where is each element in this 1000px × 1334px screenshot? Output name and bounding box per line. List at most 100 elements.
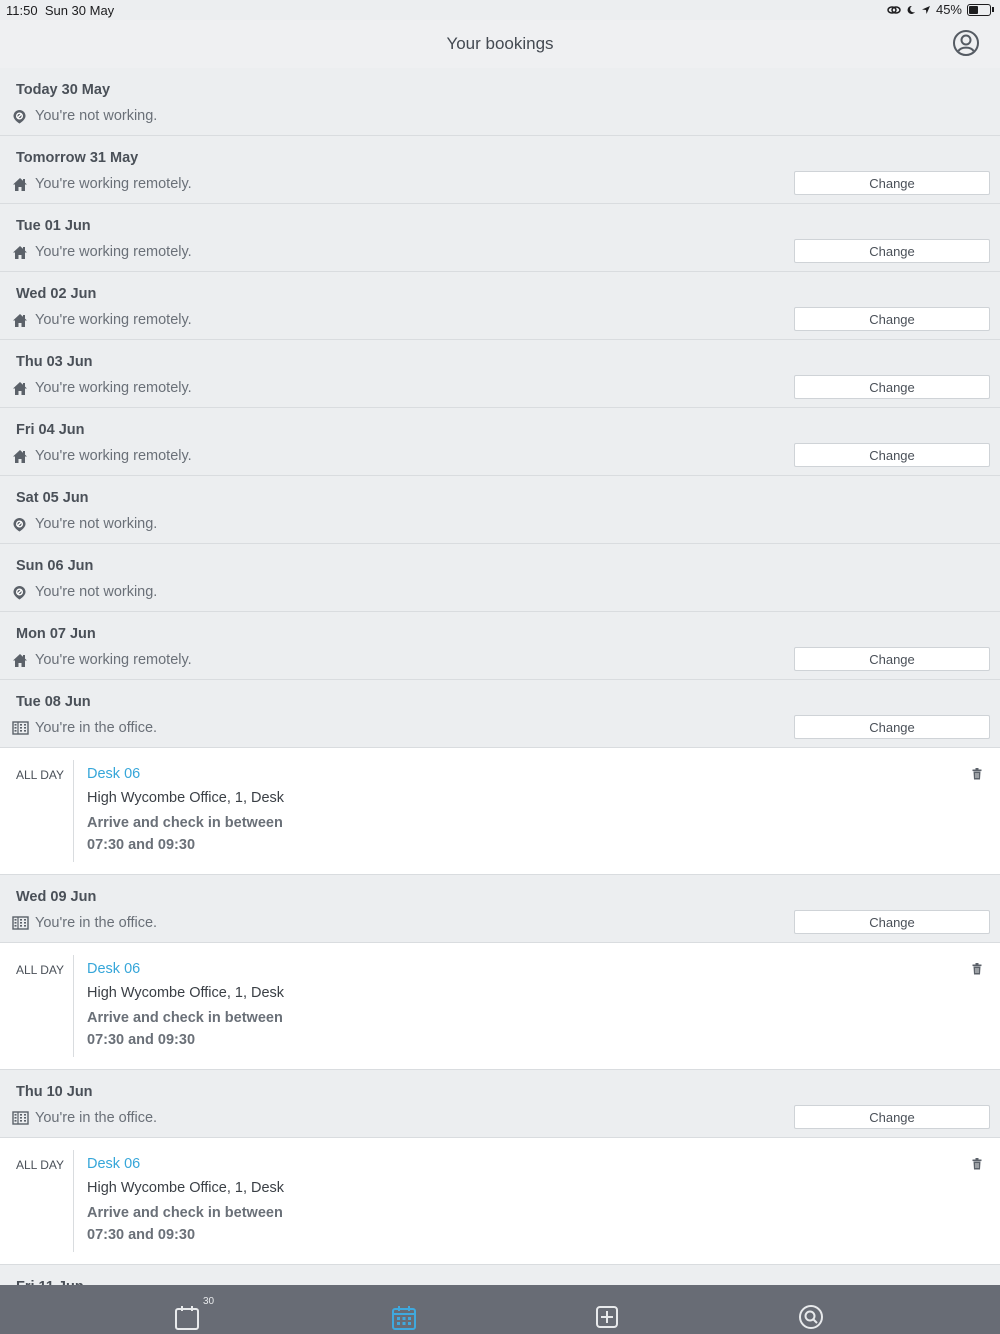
not-working-icon	[12, 584, 30, 600]
day-row: Sat 05 Jun You're not working.	[0, 476, 1000, 544]
day-title: Tue 08 Jun	[16, 694, 91, 710]
change-button[interactable]: Change	[794, 1105, 990, 1129]
day-status-text: You're working remotely.	[35, 652, 192, 668]
day-status: You're working remotely.	[12, 448, 192, 464]
location-arrow-icon	[921, 5, 930, 14]
day-status: You're not working.	[12, 108, 157, 124]
home-icon	[12, 312, 30, 328]
status-bar: 11:50 Sun 30 May 45%	[0, 0, 1000, 20]
change-button[interactable]: Change	[794, 647, 990, 671]
change-button[interactable]: Change	[794, 239, 990, 263]
home-icon	[12, 652, 30, 668]
day-status-text: You're working remotely.	[35, 312, 192, 328]
day-title: Tomorrow 31 May	[16, 150, 139, 166]
day-row: Tue 08 Jun You're in the office. Change	[0, 680, 1000, 748]
profile-icon[interactable]	[952, 29, 980, 57]
status-indicators: 45%	[887, 2, 994, 17]
battery-percent: 45%	[935, 2, 962, 17]
divider	[73, 760, 74, 862]
day-status: You're not working.	[12, 584, 157, 600]
home-icon	[12, 244, 30, 260]
day-status: You're not working.	[12, 516, 157, 532]
day-row: Wed 02 Jun You're working remotely. Chan…	[0, 272, 1000, 340]
day-status: You're in the office.	[12, 720, 157, 736]
booking-card[interactable]: ALL DAY Desk 06 High Wycombe Office, 1, …	[0, 1138, 1000, 1265]
booking-time: ALL DAY	[16, 1158, 65, 1172]
day-status: You're in the office.	[12, 1110, 157, 1126]
desk-link[interactable]: Desk 06	[87, 961, 140, 977]
bookings-calendar-icon[interactable]	[390, 1303, 418, 1331]
desk-link[interactable]: Desk 06	[87, 766, 140, 782]
desk-link[interactable]: Desk 06	[87, 1156, 140, 1172]
day-row: Tomorrow 31 May You're working remotely.…	[0, 136, 1000, 204]
check-in-window: Arrive and check in between 07:30 and 09…	[87, 815, 283, 853]
home-icon	[12, 380, 30, 396]
change-button[interactable]: Change	[794, 443, 990, 467]
change-button[interactable]: Change	[794, 171, 990, 195]
status-time: 11:50 Sun 30 May	[6, 3, 115, 18]
day-status-text: You're in the office.	[35, 720, 158, 736]
day-status-text: You're not working.	[35, 108, 158, 124]
day-status: You're working remotely.	[12, 312, 192, 328]
day-title: Wed 09 Jun	[16, 889, 97, 905]
day-title: Thu 10 Jun	[16, 1084, 93, 1100]
day-row: Sun 06 Jun You're not working.	[0, 544, 1000, 612]
day-title: Sun 06 Jun	[16, 558, 94, 574]
trash-icon[interactable]	[972, 1157, 982, 1170]
day-status: You're working remotely.	[12, 380, 192, 396]
booking-location: High Wycombe Office, 1, Desk	[87, 985, 285, 1001]
office-icon	[12, 1110, 30, 1126]
day-status-text: You're in the office.	[35, 1110, 158, 1126]
home-icon	[12, 176, 30, 192]
divider	[73, 1150, 74, 1252]
change-button[interactable]: Change	[794, 307, 990, 331]
office-icon	[12, 915, 30, 931]
bookings-list: Today 30 May You're not working. Tomorro…	[0, 68, 1000, 1305]
not-working-icon	[12, 108, 30, 124]
search-icon[interactable]	[797, 1303, 825, 1331]
day-title: Mon 07 Jun	[16, 626, 96, 642]
page-title: Your bookings	[446, 34, 554, 53]
booking-card[interactable]: ALL DAY Desk 06 High Wycombe Office, 1, …	[0, 943, 1000, 1070]
day-title: Today 30 May	[16, 82, 111, 98]
calendar-badge: 30	[203, 1296, 215, 1307]
day-status-text: You're working remotely.	[35, 244, 192, 260]
booking-card[interactable]: ALL DAY Desk 06 High Wycombe Office, 1, …	[0, 748, 1000, 875]
day-row: Tue 01 Jun You're working remotely. Chan…	[0, 204, 1000, 272]
battery-icon	[967, 3, 991, 16]
tab-bar: 30	[0, 1285, 1000, 1334]
day-row: Mon 07 Jun You're working remotely. Chan…	[0, 612, 1000, 680]
day-row: Thu 10 Jun You're in the office. Change	[0, 1070, 1000, 1138]
check-in-window: Arrive and check in between 07:30 and 09…	[87, 1010, 283, 1048]
check-in-window: Arrive and check in between 07:30 and 09…	[87, 1205, 283, 1243]
link-icon	[887, 5, 901, 14]
day-row: Fri 04 Jun You're working remotely. Chan…	[0, 408, 1000, 476]
add-icon[interactable]	[593, 1303, 621, 1331]
day-status-text: You're working remotely.	[35, 448, 192, 464]
office-icon	[12, 720, 30, 736]
trash-icon[interactable]	[972, 962, 982, 975]
day-status: You're working remotely.	[12, 652, 192, 668]
day-title: Thu 03 Jun	[16, 354, 93, 370]
booking-location: High Wycombe Office, 1, Desk	[87, 790, 285, 806]
divider	[73, 955, 74, 1057]
booking-time: ALL DAY	[16, 963, 65, 977]
day-row: Thu 03 Jun You're working remotely. Chan…	[0, 340, 1000, 408]
booking-time: ALL DAY	[16, 768, 65, 782]
day-row: Wed 09 Jun You're in the office. Change	[0, 875, 1000, 943]
change-button[interactable]: Change	[794, 715, 990, 739]
day-title: Fri 04 Jun	[16, 422, 85, 438]
trash-icon[interactable]	[972, 767, 982, 780]
day-row: Today 30 May You're not working.	[0, 68, 1000, 136]
day-status-text: You're working remotely.	[35, 380, 192, 396]
calendar-icon[interactable]	[173, 1303, 201, 1331]
moon-icon	[907, 5, 915, 14]
day-status: You're working remotely.	[12, 244, 192, 260]
nav-bar: Your bookings	[0, 20, 1000, 68]
change-button[interactable]: Change	[794, 910, 990, 934]
day-title: Wed 02 Jun	[16, 286, 97, 302]
change-button[interactable]: Change	[794, 375, 990, 399]
day-title: Sat 05 Jun	[16, 490, 89, 506]
day-status: You're in the office.	[12, 915, 157, 931]
day-status-text: You're not working.	[35, 516, 158, 532]
